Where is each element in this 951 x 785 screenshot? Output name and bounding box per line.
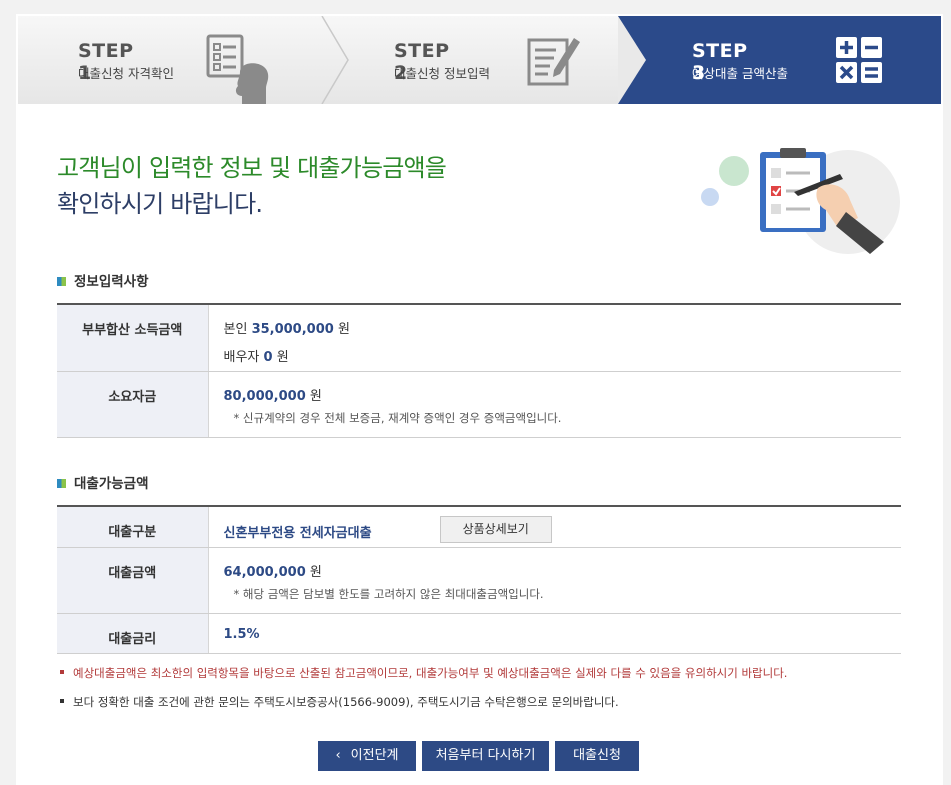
- loan-type-label: 대출구분: [57, 506, 209, 548]
- step-1-label: 대출신청 자격확인: [78, 66, 174, 81]
- restart-button[interactable]: 처음부터 다시하기: [422, 741, 549, 771]
- checklist-person-icon: [206, 34, 269, 104]
- chevron-left-icon: ‹: [335, 748, 341, 763]
- headline-line-1: 고객님이 입력한 정보 및 대출가능금액을: [57, 154, 447, 182]
- need-unit: 원: [309, 388, 322, 404]
- step-divider-1: [321, 16, 349, 104]
- loan-amount-unit: 원: [309, 565, 322, 580]
- info-section-title: 정보입력사항: [57, 270, 149, 290]
- section-bullet-icon: [57, 479, 66, 488]
- spouse-income-unit: 원: [276, 350, 289, 365]
- table-row: 부부합산 소득금액 본인 35,000,000 원 배우자 0 원: [57, 304, 902, 372]
- self-income-value: 35,000,000: [251, 322, 334, 337]
- bullet-icon: [60, 670, 64, 674]
- prev-step-button[interactable]: ‹ 이전단계: [318, 741, 416, 771]
- need-values: 80,000,000 원 * 신규계약의 경우 전체 보증금, 재계약 증액인 …: [208, 371, 901, 438]
- loan-type-value: 신혼부부전용 전세자금대출: [223, 526, 372, 541]
- need-label: 소요자금: [57, 371, 209, 438]
- spouse-income: 배우자 0 원: [224, 346, 902, 365]
- loan-section-title-text: 대출가능금액: [74, 476, 149, 492]
- loan-rate-cell: 1.5%: [208, 613, 901, 654]
- bullet-icon: [60, 699, 64, 703]
- notice-inquiry-text: 보다 정확한 대출 조건에 관한 문의는 주택도시보증공사(1566-9009)…: [73, 695, 619, 709]
- spouse-income-value: 0: [263, 350, 273, 365]
- prev-step-label: 이전단계: [350, 748, 399, 763]
- step-3-label: 예상대출 금액산출: [692, 66, 788, 81]
- need-value: 80,000,000: [223, 388, 306, 404]
- table-row: 대출구분 신혼부부전용 전세자금대출 상품상세보기: [57, 506, 901, 548]
- notice-estimate-text: 예상대출금액은 최소한의 입력항목을 바탕으로 산출된 참고금액이므로, 대출가…: [73, 666, 788, 680]
- income-label: 부부합산 소득금액: [57, 304, 209, 372]
- loan-amount-label: 대출금액: [57, 547, 209, 614]
- product-detail-button[interactable]: 상품상세보기: [439, 516, 552, 543]
- table-row: 대출금액 64,000,000 원 * 해당 금액은 담보별 한도를 고려하지 …: [57, 547, 901, 614]
- loan-rate-value: 1.5%: [223, 627, 260, 642]
- self-income: 본인 35,000,000 원: [224, 318, 902, 337]
- table-row: 소요자금 80,000,000 원 * 신규계약의 경우 전체 보증금, 재계약…: [57, 371, 901, 438]
- loan-rate-label: 대출금리: [57, 613, 209, 654]
- step-2-label: 대출신청 정보입력: [394, 66, 490, 81]
- loan-amount-value: 64,000,000: [223, 565, 306, 580]
- need-note: * 신규계약의 경우 전체 보증금, 재계약 증액인 경우 증액금액입니다.: [233, 410, 562, 425]
- calculator-icon: [836, 37, 882, 83]
- self-income-unit: 원: [337, 322, 350, 337]
- loan-section-title: 대출가능금액: [57, 472, 149, 492]
- info-section-title-text: 정보입력사항: [74, 274, 149, 290]
- step-3-active-background: [618, 16, 941, 104]
- apply-loan-button[interactable]: 대출신청: [555, 741, 639, 771]
- loan-amount-note: * 해당 금액은 담보별 한도를 고려하지 않은 최대대출금액입니다.: [233, 587, 544, 601]
- income-values: 본인 35,000,000 원 배우자 0 원: [208, 304, 902, 372]
- info-table: 부부합산 소득금액 본인 35,000,000 원 배우자 0 원 소요자금 8…: [57, 303, 901, 438]
- loan-type-cell: 신혼부부전용 전세자금대출 상품상세보기: [208, 506, 901, 548]
- headline-line-2: 확인하시기 바랍니다.: [57, 190, 263, 218]
- self-income-prefix: 본인: [223, 322, 248, 337]
- notice-estimate: 예상대출금액은 최소한의 입력항목을 바탕으로 산출된 참고금액이므로, 대출가…: [60, 665, 787, 681]
- loan-amount-cell: 64,000,000 원 * 해당 금액은 담보별 한도를 고려하지 않은 최대…: [208, 547, 901, 614]
- loan-table: 대출구분 신혼부부전용 전세자금대출 상품상세보기 대출금액 64,000,00…: [57, 505, 901, 654]
- spouse-income-prefix: 배우자: [223, 350, 260, 365]
- notice-inquiry: 보다 정확한 대출 조건에 관한 문의는 주택도시보증공사(1566-9009)…: [60, 694, 619, 710]
- document-pen-icon: [527, 38, 580, 86]
- table-row: 대출금리 1.5%: [57, 613, 901, 654]
- step-progress-bar: STEP 1 대출신청 자격확인 STEP 2 대출신청 정보입력 STEP 3…: [18, 16, 941, 104]
- clipboard-illustration: [701, 148, 900, 254]
- section-bullet-icon: [57, 277, 66, 286]
- page-headline: 고객님이 입력한 정보 및 대출가능금액을 확인하시기 바랍니다.: [57, 150, 447, 222]
